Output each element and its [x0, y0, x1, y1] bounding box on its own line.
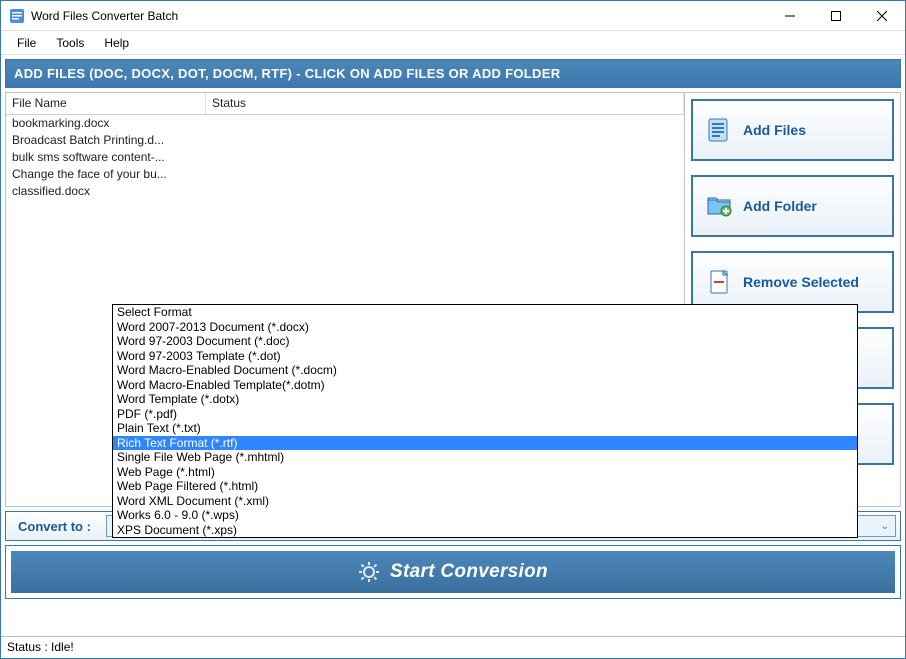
window-title: Word Files Converter Batch [31, 9, 178, 23]
format-option[interactable]: Word Macro-Enabled Document (*.docm) [113, 363, 857, 378]
app-icon [9, 8, 25, 24]
table-row[interactable]: Broadcast Batch Printing.d... [6, 132, 684, 149]
table-header: File Name Status [6, 93, 684, 115]
format-option[interactable]: Word 97-2003 Document (*.doc) [113, 334, 857, 349]
close-button[interactable] [859, 1, 905, 31]
add-files-label: Add Files [743, 122, 806, 138]
start-wrap: Start Conversion [5, 545, 901, 599]
format-option[interactable]: XPS Document (*.xps) [113, 523, 857, 538]
add-files-button[interactable]: Add Files [691, 99, 894, 161]
start-conversion-button[interactable]: Start Conversion [11, 551, 895, 593]
menu-file[interactable]: File [7, 33, 46, 53]
format-option[interactable]: Web Page (*.html) [113, 465, 857, 480]
col-filename[interactable]: File Name [6, 93, 206, 114]
instruction-banner: ADD FILES (DOC, DOCX, DOT, DOCM, RTF) - … [5, 59, 901, 88]
table-row[interactable]: classified.docx [6, 183, 684, 200]
minimize-button[interactable] [767, 1, 813, 31]
gear-icon [358, 561, 380, 583]
status-bar: Status : Idle! [1, 636, 905, 658]
col-status[interactable]: Status [206, 93, 684, 114]
format-option[interactable]: Works 6.0 - 9.0 (*.wps) [113, 508, 857, 523]
maximize-button[interactable] [813, 1, 859, 31]
menu-bar: File Tools Help [1, 31, 905, 55]
menu-help[interactable]: Help [94, 33, 139, 53]
table-body: bookmarking.docx Broadcast Batch Printin… [6, 115, 684, 200]
add-folder-label: Add Folder [743, 198, 817, 214]
format-option[interactable]: Web Page Filtered (*.html) [113, 479, 857, 494]
format-option[interactable]: Select Format [113, 305, 857, 320]
format-option[interactable]: Single File Web Page (*.mhtml) [113, 450, 857, 465]
menu-tools[interactable]: Tools [46, 33, 94, 53]
convert-to-label: Convert to : [6, 519, 106, 534]
format-option[interactable]: Word Template (*.dotx) [113, 392, 857, 407]
window-controls [767, 1, 905, 31]
start-conversion-label: Start Conversion [390, 561, 548, 583]
file-remove-icon [705, 268, 733, 296]
remove-selected-label: Remove Selected [743, 274, 859, 290]
format-option[interactable]: Word 2007-2013 Document (*.docx) [113, 320, 857, 335]
format-option[interactable]: Word 97-2003 Template (*.dot) [113, 349, 857, 364]
table-row[interactable]: bookmarking.docx [6, 115, 684, 132]
files-icon [705, 116, 733, 144]
folder-add-icon [705, 192, 733, 220]
format-option[interactable]: PDF (*.pdf) [113, 407, 857, 422]
add-folder-button[interactable]: Add Folder [691, 175, 894, 237]
format-option[interactable]: Word XML Document (*.xml) [113, 494, 857, 509]
table-row[interactable]: Change the face of your bu... [6, 166, 684, 183]
chevron-down-icon: ⌄ [881, 521, 889, 532]
format-dropdown-list[interactable]: Select FormatWord 2007-2013 Document (*.… [112, 304, 858, 538]
format-option[interactable]: Rich Text Format (*.rtf) [113, 436, 857, 451]
table-row[interactable]: bulk sms software content-... [6, 149, 684, 166]
format-option[interactable]: Word Macro-Enabled Template(*.dotm) [113, 378, 857, 393]
title-bar: Word Files Converter Batch [1, 1, 905, 31]
format-option[interactable]: Plain Text (*.txt) [113, 421, 857, 436]
